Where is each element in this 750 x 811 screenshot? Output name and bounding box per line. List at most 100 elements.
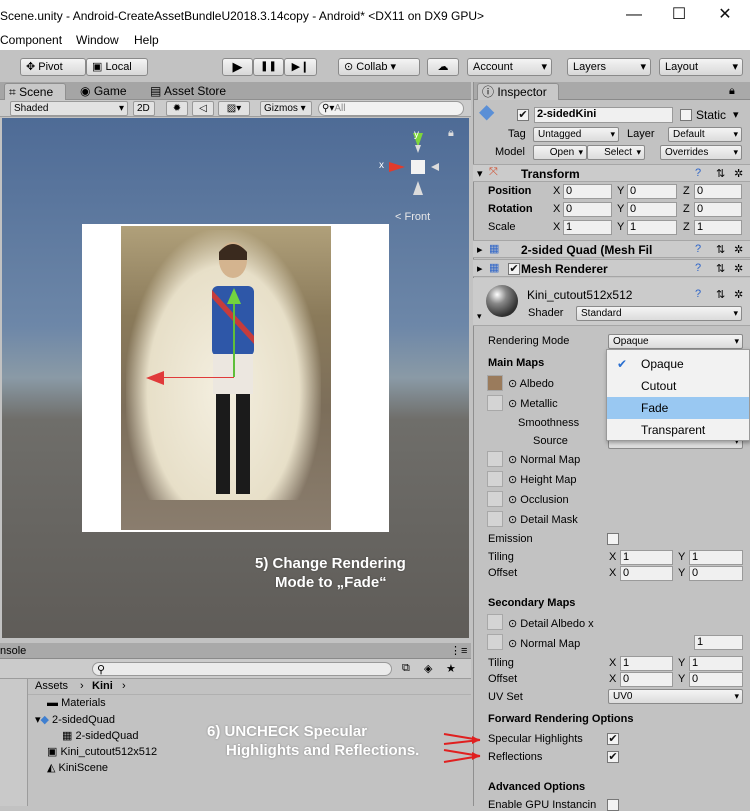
emission-checkbox[interactable] (607, 533, 619, 545)
presets-icon[interactable]: ⇅ (716, 288, 725, 301)
specular-highlights-checkbox[interactable]: ✔ (607, 733, 619, 745)
minimize-button[interactable]: — (611, 0, 657, 32)
menu-window[interactable]: Window (76, 33, 119, 47)
mesh-renderer-header[interactable]: ▸ ▦ ✔ Mesh Renderer ? ⇅ ✲ (473, 259, 750, 277)
presets-icon[interactable]: ⇅ (716, 167, 725, 180)
menu-component[interactable]: Component (0, 33, 62, 47)
model-select-button[interactable]: Select (587, 145, 645, 160)
position-y-field[interactable]: 0 (627, 184, 677, 199)
scale-z-field[interactable]: 1 (694, 220, 742, 235)
list-item[interactable]: ◭ KiniScene (47, 761, 108, 774)
collab-button[interactable]: ⊙ Collab ▾ (338, 58, 420, 76)
albedo-texture-slot[interactable] (487, 375, 503, 391)
project-search-input[interactable]: ⚲ (92, 662, 392, 676)
secondary-tiling-y-field[interactable]: 1 (689, 656, 743, 671)
foldout-arrow-icon[interactable]: ▸ (477, 262, 483, 275)
foldout-arrow-icon[interactable]: ▸ (477, 243, 483, 256)
rendering-mode-dropdown[interactable]: Opaque (608, 334, 743, 349)
occlusion-slot[interactable] (487, 491, 503, 507)
layout-dropdown[interactable]: Layout ▾ (659, 58, 743, 76)
tag-dropdown[interactable]: Untagged (533, 127, 619, 142)
list-item[interactable]: ▦ 2-sidedQuad (62, 729, 138, 742)
uv-set-dropdown[interactable]: UV0 (608, 689, 743, 704)
help-icon[interactable]: ? (695, 262, 701, 274)
tab-game[interactable]: ◉ Game (76, 83, 136, 100)
tab-asset-store[interactable]: ▤ Asset Store (146, 83, 236, 100)
move-handle-x[interactable] (162, 377, 234, 378)
option-fade[interactable]: Fade (607, 397, 749, 419)
position-z-field[interactable]: 0 (694, 184, 742, 199)
position-x-field[interactable]: 0 (563, 184, 612, 199)
x-axis-cone-icon[interactable] (389, 162, 405, 172)
gear-icon[interactable]: ✲ (734, 167, 743, 180)
height-map-slot[interactable] (487, 471, 503, 487)
move-handle-y[interactable] (233, 302, 235, 377)
list-item[interactable]: ▾◆ 2-sidedQuad (35, 713, 115, 726)
menu-help[interactable]: Help (134, 33, 159, 47)
lighting-toggle[interactable]: ✹ (166, 101, 188, 116)
move-x-arrow-icon[interactable] (146, 370, 164, 386)
secondary-normal-slot[interactable] (487, 634, 503, 650)
secondary-offset-x-field[interactable]: 0 (620, 672, 673, 687)
lock-icon[interactable]: 🔒︎ (448, 127, 454, 140)
gizmo-center-cube[interactable] (411, 160, 425, 174)
tab-inspector[interactable]: ⓘ Inspector (477, 83, 559, 100)
gizmos-dropdown[interactable]: Gizmos ▾ (260, 101, 312, 116)
gear-icon[interactable]: ✲ (734, 243, 743, 256)
foldout-arrow-icon[interactable]: ▾ (477, 311, 482, 322)
close-button[interactable]: ✕ (702, 0, 748, 32)
rotation-y-field[interactable]: 0 (627, 202, 677, 217)
type-filter-icon[interactable]: ⧉ (402, 662, 410, 675)
detail-mask-slot[interactable] (487, 511, 503, 527)
pivot-button[interactable]: ✥ Pivot (20, 58, 86, 76)
presets-icon[interactable]: ⇅ (716, 262, 725, 275)
gpu-instancing-checkbox[interactable] (607, 799, 619, 811)
label-filter-icon[interactable]: ◈ (424, 662, 432, 675)
presets-icon[interactable]: ⇅ (716, 243, 725, 256)
scale-x-field[interactable]: 1 (563, 220, 612, 235)
breadcrumb-assets[interactable]: Assets (35, 680, 68, 692)
list-item[interactable]: ▣ Kini_cutout512x512 (47, 745, 157, 758)
rotation-x-field[interactable]: 0 (563, 202, 612, 217)
help-icon[interactable]: ? (695, 288, 701, 300)
help-icon[interactable]: ? (695, 167, 701, 179)
maximize-button[interactable]: ☐ (656, 0, 702, 32)
list-item[interactable]: ▬ Materials (47, 697, 106, 709)
layers-dropdown[interactable]: Layers ▾ (567, 58, 651, 76)
toggle-2d-button[interactable]: 2D (133, 101, 155, 116)
orientation-gizmo[interactable] (375, 125, 445, 200)
local-button[interactable]: ▣ Local (86, 58, 148, 76)
tab-scene[interactable]: ⌗ Scene (4, 83, 66, 100)
static-checkbox[interactable] (680, 109, 692, 121)
favorite-icon[interactable]: ★ (446, 662, 456, 675)
gear-icon[interactable]: ✲ (734, 262, 743, 275)
account-button[interactable]: Account ▾ (467, 58, 552, 76)
panel-menu-icon[interactable]: ⋮≡ (450, 644, 467, 657)
pause-button[interactable]: ❚❚ (253, 58, 284, 76)
scale-y-field[interactable]: 1 (627, 220, 677, 235)
option-cutout[interactable]: Cutout (607, 375, 749, 397)
shading-dropdown[interactable]: Shaded ▾ (10, 101, 128, 116)
metallic-texture-slot[interactable] (487, 395, 503, 411)
secondary-offset-y-field[interactable]: 0 (689, 672, 743, 687)
model-open-button[interactable]: Open (533, 145, 587, 160)
lock-icon[interactable]: 🔒︎ (729, 85, 735, 98)
normal-map-slot[interactable] (487, 451, 503, 467)
effects-dropdown[interactable]: ▨▾ (218, 101, 250, 116)
tab-console[interactable]: nsole (0, 645, 26, 657)
option-transparent[interactable]: Transparent (607, 419, 749, 441)
main-offset-x-field[interactable]: 0 (620, 566, 673, 581)
step-button[interactable]: ▶❙ (284, 58, 317, 76)
move-y-arrow-icon[interactable] (226, 288, 242, 304)
audio-toggle[interactable]: ◁ (192, 101, 214, 116)
option-opaque[interactable]: ✔ Opaque (607, 353, 749, 375)
detail-albedo-slot[interactable] (487, 614, 503, 630)
help-icon[interactable]: ? (695, 243, 701, 255)
mesh-renderer-checkbox[interactable]: ✔ (508, 263, 520, 275)
main-tiling-y-field[interactable]: 1 (689, 550, 743, 565)
rotation-z-field[interactable]: 0 (694, 202, 742, 217)
shader-dropdown[interactable]: Standard (576, 306, 742, 321)
transform-header[interactable]: ▾ ⤧ Transform ? ⇅ ✲ (473, 164, 750, 182)
breadcrumb-kini[interactable]: Kini (92, 680, 113, 692)
cloud-button[interactable]: ☁ (427, 58, 459, 76)
